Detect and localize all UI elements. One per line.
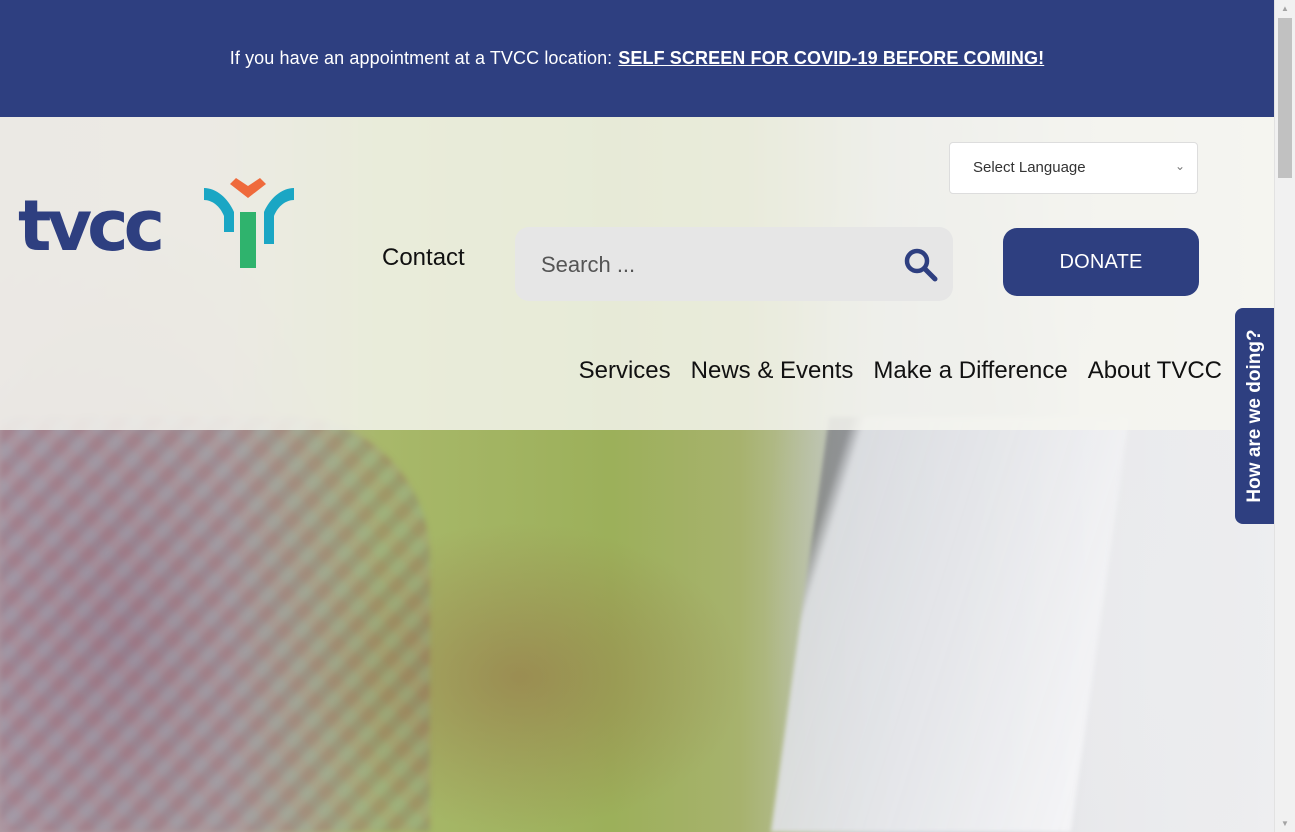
donate-button[interactable]: DONATE [1003, 228, 1199, 296]
covid-alert-banner: If you have an appointment at a TVCC loc… [0, 0, 1274, 117]
logo-wordmark: tvcc [18, 185, 165, 267]
feedback-tab-label: How are we doing? [1243, 329, 1265, 503]
search-button[interactable] [901, 245, 941, 285]
language-select[interactable]: Select Language ⌄ [949, 142, 1198, 194]
nav-item-services[interactable]: Services [579, 357, 671, 385]
search-icon [904, 248, 938, 282]
scrollbar-thumb[interactable] [1278, 18, 1292, 178]
alert-text: If you have an appointment at a TVCC loc… [229, 48, 613, 68]
contact-link[interactable]: Contact [382, 244, 465, 272]
tvcc-logo[interactable]: tvcc [18, 172, 294, 272]
logo-figure-icon [204, 178, 294, 268]
nav-item-about-tvcc[interactable]: About TVCC [1088, 357, 1222, 385]
self-screen-link[interactable]: SELF SCREEN FOR COVID-19 BEFORE COMING! [618, 48, 1044, 69]
language-select-value: Select Language [973, 159, 1086, 176]
chevron-down-icon: ⌄ [1174, 159, 1185, 173]
scroll-down-arrow-icon[interactable]: ▼ [1275, 815, 1295, 832]
hero-laptop [770, 417, 1130, 832]
scroll-up-arrow-icon[interactable]: ▲ [1275, 0, 1295, 17]
feedback-tab[interactable]: How are we doing? [1235, 308, 1274, 524]
hero-person-shirt [0, 417, 430, 832]
page-scrollbar[interactable]: ▲ ▼ [1274, 0, 1295, 832]
main-navigation: Services News & Events Make a Difference… [579, 357, 1222, 385]
search-box [515, 227, 953, 301]
nav-item-make-a-difference[interactable]: Make a Difference [873, 357, 1067, 385]
search-input[interactable] [539, 245, 883, 285]
nav-item-news-events[interactable]: News & Events [691, 357, 854, 385]
